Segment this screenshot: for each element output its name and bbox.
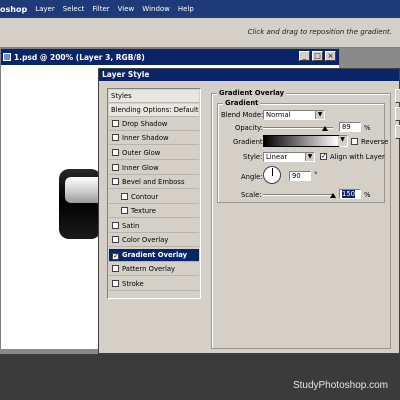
style-label: Style: [243,153,263,161]
blend-mode-value: Normal [266,111,291,119]
scale-unit: % [364,191,371,199]
style-select[interactable]: Linear ▼ [263,152,315,162]
scale-slider-track[interactable] [263,194,333,196]
style-item-satin[interactable]: Satin [109,220,199,233]
bottom-bar [0,354,400,400]
reverse-label: Reverse [361,138,389,146]
document-title: 1.psd @ 200% (Layer 3, RGB/8) [14,52,145,62]
style-item-label: Bevel and Emboss [122,178,185,186]
style-item-stroke[interactable]: Stroke [109,278,199,291]
align-with-layer-checkbox[interactable]: ✓ [320,153,327,160]
style-value: Linear [266,153,288,161]
outer-glow-checkbox[interactable] [112,149,119,156]
opacity-unit: % [364,124,371,132]
style-item-bevel-emboss[interactable]: Bevel and Emboss [109,176,199,189]
opacity-slider-thumb[interactable] [322,126,329,131]
angle-label: Angle: [241,173,263,181]
menu-bar: oshop p Layer Select Filter View Window … [0,0,400,18]
gradient-picker-dropdown[interactable]: ▼ [338,135,348,147]
style-item-color-overlay[interactable]: Color Overlay [109,234,199,247]
styles-header[interactable]: Styles [109,90,199,103]
texture-checkbox[interactable] [121,207,128,214]
style-item-label: Pattern Overlay [122,265,176,273]
scale-slider-thumb[interactable] [330,193,336,198]
dialog-title[interactable]: Layer Style [99,69,399,81]
opacity-input[interactable]: 89 [339,122,361,132]
drop-shadow-checkbox[interactable] [112,120,119,127]
style-item-texture[interactable]: Texture [109,205,199,218]
style-item-label: Outer Glow [122,149,161,157]
menu-layer[interactable]: Layer [35,5,55,13]
options-hint-text: Click and drag to reposition the gradien… [247,28,392,36]
button-shape-artwork [59,169,105,239]
blend-mode-select[interactable]: Normal ▼ [263,110,325,120]
style-item-label: Gradient Overlay [122,251,188,259]
menu-help[interactable]: Help [178,5,194,13]
scale-value: 150 [342,190,355,198]
gradient-swatch[interactable] [263,135,339,147]
inner-glow-checkbox[interactable] [112,164,119,171]
gradient-label: Gradient: [233,138,265,146]
style-item-label: Inner Glow [122,164,159,172]
pattern-overlay-checkbox[interactable] [112,265,119,272]
options-bar: Click and drag to reposition the gradien… [0,18,400,48]
cancel-button[interactable] [395,107,400,121]
style-item-label: Satin [122,222,140,230]
satin-checkbox[interactable] [112,222,119,229]
blend-mode-label: Blend Mode: [221,111,264,119]
stroke-checkbox[interactable] [112,280,119,287]
angle-dial-needle [272,168,273,176]
chevron-down-icon: ▼ [305,153,314,161]
align-with-layer-label: Align with Layer [330,153,385,161]
style-item-outer-glow[interactable]: Outer Glow [109,147,199,160]
minimize-button[interactable]: _ [299,51,310,61]
bevel-emboss-checkbox[interactable] [112,178,119,185]
style-item-label: Texture [131,207,156,215]
app-title: oshop [0,4,28,14]
ok-button[interactable] [395,89,400,103]
inner-shadow-checkbox[interactable] [112,134,119,141]
group-title: Gradient [223,99,261,107]
style-item-label: Contour [131,193,159,201]
close-button[interactable]: × [325,51,336,61]
styles-list: Styles Blending Options: Default Drop Sh… [107,88,201,299]
menu-filter[interactable]: Filter [92,5,109,13]
reverse-checkbox[interactable] [351,138,358,145]
angle-input[interactable]: 90 [289,171,311,181]
opacity-label: Opacity: [235,124,263,132]
chevron-down-icon: ▼ [315,111,324,119]
new-style-button[interactable] [395,125,400,139]
watermark-text: StudyPhotoshop.com [292,380,388,391]
style-item-gradient-overlay[interactable]: ✓ Gradient Overlay [109,249,199,262]
contour-checkbox[interactable] [121,193,128,200]
blending-options-item[interactable]: Blending Options: Default [109,104,199,117]
section-title: Gradient Overlay [217,89,287,97]
layer-style-dialog: Layer Style Styles Blending Options: Def… [98,68,400,354]
gradient-overlay-checkbox[interactable]: ✓ [112,253,119,260]
scale-label: Scale: [241,191,262,199]
chevron-down-icon: ▼ [338,136,347,146]
style-item-inner-shadow[interactable]: Inner Shadow [109,132,199,145]
color-overlay-checkbox[interactable] [112,236,119,243]
scale-input[interactable]: 150 [339,189,361,199]
style-item-label: Inner Shadow [122,134,169,142]
style-item-pattern-overlay[interactable]: Pattern Overlay [109,263,199,276]
style-item-label: Color Overlay [122,236,169,244]
style-item-drop-shadow[interactable]: Drop Shadow [109,118,199,131]
style-item-label: Drop Shadow [122,120,168,128]
document-icon [3,53,11,61]
menu-window[interactable]: Window [142,5,170,13]
menu-select[interactable]: Select [63,5,85,13]
angle-unit: ° [314,171,318,179]
style-item-contour[interactable]: Contour [109,191,199,204]
menu-view[interactable]: View [118,5,135,13]
document-titlebar[interactable]: 1.psd @ 200% (Layer 3, RGB/8) _ □ × [1,49,339,65]
angle-dial[interactable] [263,166,281,184]
maximize-button[interactable]: □ [312,51,323,61]
style-item-inner-glow[interactable]: Inner Glow [109,162,199,175]
style-item-label: Stroke [122,280,144,288]
